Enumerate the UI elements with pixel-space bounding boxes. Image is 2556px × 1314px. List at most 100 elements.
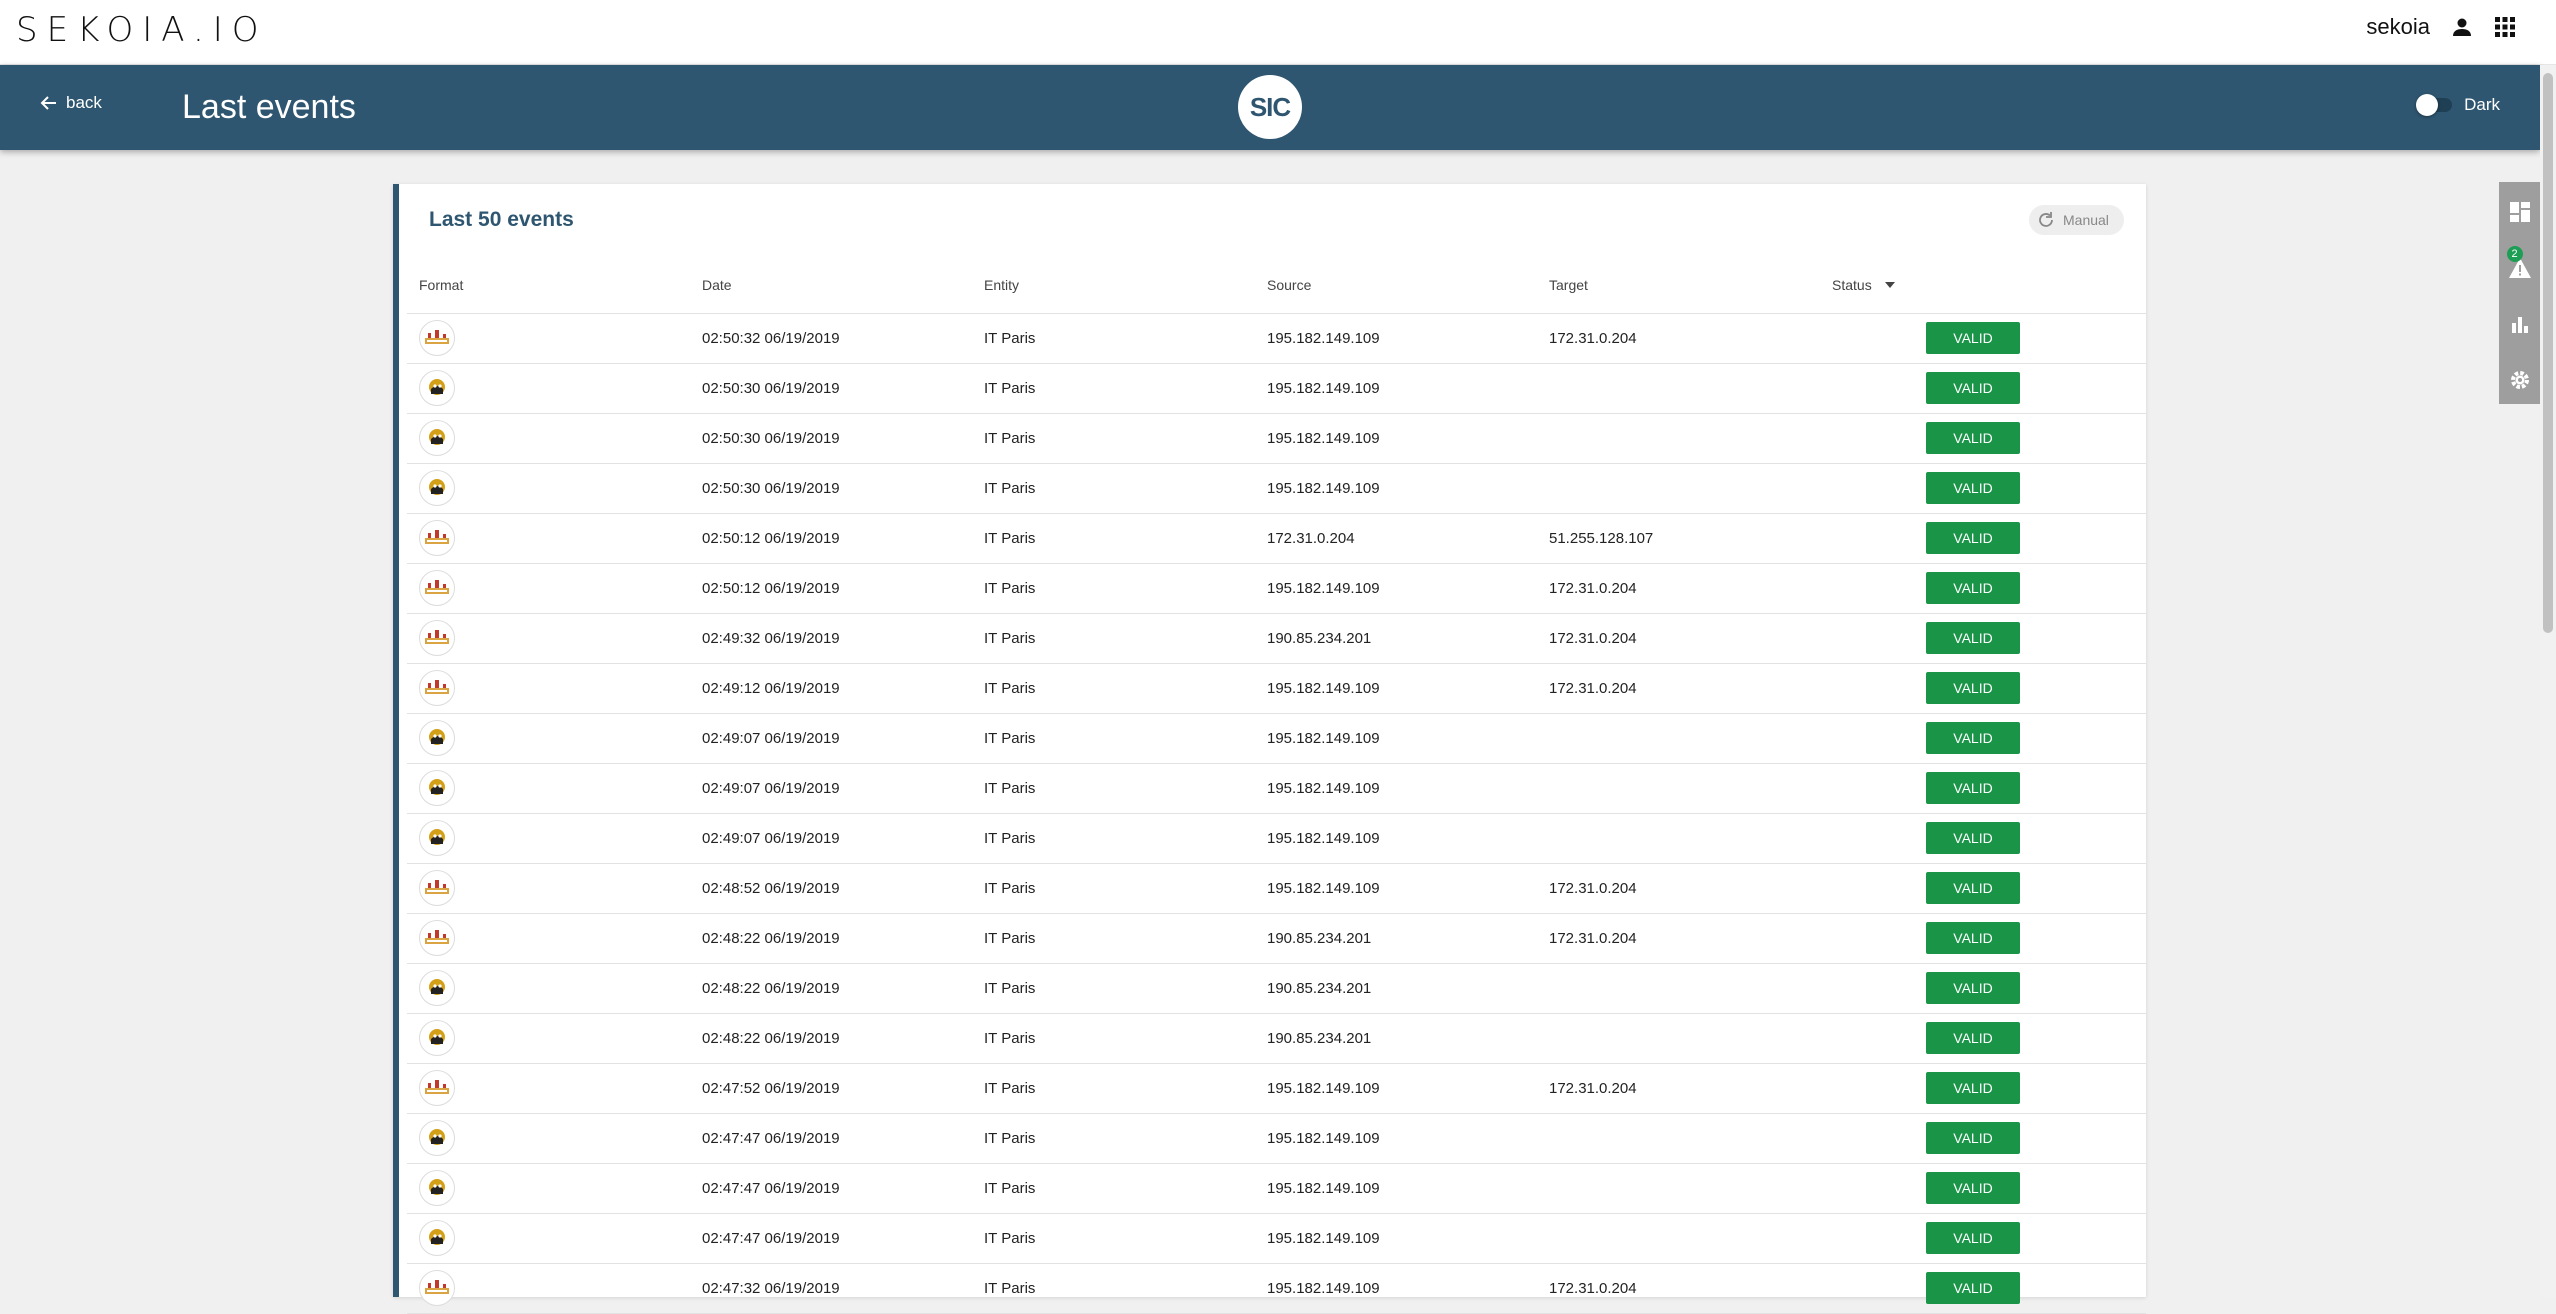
status-badge[interactable]: VALID	[1926, 1172, 2020, 1204]
column-entity[interactable]: Entity	[984, 257, 1267, 314]
target-cell: 172.31.0.204	[1549, 1263, 1832, 1314]
table-row[interactable]: 02:48:22 06/19/2019 IT Paris 190.85.234.…	[407, 1013, 2146, 1064]
card-title: Last 50 events	[429, 208, 574, 231]
caret-down-icon[interactable]	[1884, 281, 1896, 289]
table-row[interactable]: 02:47:32 06/19/2019 IT Paris 195.182.149…	[407, 1263, 2146, 1314]
status-badge[interactable]: VALID	[1926, 872, 2020, 904]
nginx-format-icon	[419, 870, 455, 906]
table-row[interactable]: 02:49:32 06/19/2019 IT Paris 190.85.234.…	[407, 613, 2146, 664]
table-row[interactable]: 02:50:30 06/19/2019 IT Paris 195.182.149…	[407, 463, 2146, 514]
column-date[interactable]: Date	[702, 257, 984, 314]
status-badge[interactable]: VALID	[1926, 572, 2020, 604]
table-row[interactable]: 02:50:32 06/19/2019 IT Paris 195.182.149…	[407, 313, 2146, 364]
dark-theme-toggle[interactable]: Dark	[2416, 94, 2500, 116]
table-row[interactable]: 02:49:07 06/19/2019 IT Paris 195.182.149…	[407, 763, 2146, 814]
status-header-label: Status	[1832, 276, 1872, 293]
status-badge[interactable]: VALID	[1926, 722, 2020, 754]
alert-icon[interactable]: 2	[2505, 246, 2535, 286]
table-row[interactable]: 02:47:47 06/19/2019 IT Paris 195.182.149…	[407, 1213, 2146, 1264]
status-cell: VALID	[1832, 513, 2146, 564]
format-cell	[407, 563, 702, 614]
dashboard-icon[interactable]	[2505, 194, 2535, 230]
table-header-row: Format Date Entity Source Target Status	[407, 257, 2146, 314]
toggle-track[interactable]	[2416, 94, 2453, 116]
scroll-thumb[interactable]	[2543, 73, 2553, 633]
refresh-icon	[2037, 211, 2055, 229]
status-cell: VALID	[1832, 963, 2146, 1014]
column-format[interactable]: Format	[407, 257, 702, 314]
status-badge[interactable]: VALID	[1926, 772, 2020, 804]
nginx-format-icon	[419, 1270, 455, 1306]
nginx-format-icon	[419, 320, 455, 356]
status-badge[interactable]: VALID	[1926, 1022, 2020, 1054]
status-badge[interactable]: VALID	[1926, 822, 2020, 854]
status-badge[interactable]: VALID	[1926, 1272, 2020, 1304]
entity-cell: IT Paris	[984, 1263, 1267, 1314]
entity-cell: IT Paris	[984, 413, 1267, 464]
status-badge[interactable]: VALID	[1926, 372, 2020, 404]
status-badge[interactable]: VALID	[1926, 922, 2020, 954]
table-row[interactable]: 02:50:12 06/19/2019 IT Paris 172.31.0.20…	[407, 513, 2146, 564]
toggle-knob[interactable]	[2416, 94, 2439, 116]
nginx-format-icon	[419, 920, 455, 956]
back-button[interactable]: back	[40, 93, 102, 113]
status-cell: VALID	[1832, 663, 2146, 714]
table-row[interactable]: 02:48:22 06/19/2019 IT Paris 190.85.234.…	[407, 913, 2146, 964]
bot-format-icon	[419, 1120, 455, 1156]
table-row[interactable]: 02:47:47 06/19/2019 IT Paris 195.182.149…	[407, 1163, 2146, 1214]
table-row[interactable]: 02:49:07 06/19/2019 IT Paris 195.182.149…	[407, 713, 2146, 764]
table-row[interactable]: 02:47:52 06/19/2019 IT Paris 195.182.149…	[407, 1063, 2146, 1114]
username[interactable]: sekoia	[2366, 14, 2430, 40]
status-cell: VALID	[1832, 363, 2146, 414]
date-cell: 02:50:12 06/19/2019	[702, 563, 984, 614]
table-row[interactable]: 02:48:22 06/19/2019 IT Paris 190.85.234.…	[407, 963, 2146, 1014]
status-badge[interactable]: VALID	[1926, 322, 2020, 354]
status-badge[interactable]: VALID	[1926, 972, 2020, 1004]
source-cell: 195.182.149.109	[1267, 413, 1549, 464]
app-logo[interactable]: SEKOIA.IO	[16, 8, 268, 52]
table-row[interactable]: 02:47:47 06/19/2019 IT Paris 195.182.149…	[407, 1113, 2146, 1164]
status-cell: VALID	[1832, 813, 2146, 864]
column-status[interactable]: Status	[1832, 257, 2146, 314]
date-cell: 02:49:12 06/19/2019	[702, 663, 984, 714]
source-cell: 195.182.149.109	[1267, 563, 1549, 614]
status-badge[interactable]: VALID	[1926, 672, 2020, 704]
target-cell	[1549, 763, 1832, 814]
entity-cell: IT Paris	[984, 1163, 1267, 1214]
source-cell: 195.182.149.109	[1267, 713, 1549, 764]
table-body: 02:50:32 06/19/2019 IT Paris 195.182.149…	[407, 313, 2146, 1314]
table-row[interactable]: 02:49:07 06/19/2019 IT Paris 195.182.149…	[407, 813, 2146, 864]
status-badge[interactable]: VALID	[1926, 1222, 2020, 1254]
table-row[interactable]: 02:48:52 06/19/2019 IT Paris 195.182.149…	[407, 863, 2146, 914]
status-badge[interactable]: VALID	[1926, 422, 2020, 454]
apps-grid-icon[interactable]	[2494, 16, 2516, 38]
entity-cell: IT Paris	[984, 663, 1267, 714]
format-cell	[407, 363, 702, 414]
status-badge[interactable]: VALID	[1926, 1122, 2020, 1154]
status-badge[interactable]: VALID	[1926, 622, 2020, 654]
page-scrollbar[interactable]	[2540, 65, 2556, 1297]
status-badge[interactable]: VALID	[1926, 1072, 2020, 1104]
table-row[interactable]: 02:49:12 06/19/2019 IT Paris 195.182.149…	[407, 663, 2146, 714]
date-cell: 02:50:32 06/19/2019	[702, 313, 984, 364]
table-row[interactable]: 02:50:12 06/19/2019 IT Paris 195.182.149…	[407, 563, 2146, 614]
user-icon[interactable]	[2450, 15, 2474, 39]
format-cell	[407, 713, 702, 764]
table-row[interactable]: 02:50:30 06/19/2019 IT Paris 195.182.149…	[407, 363, 2146, 414]
date-cell: 02:47:47 06/19/2019	[702, 1213, 984, 1264]
entity-cell: IT Paris	[984, 813, 1267, 864]
status-cell: VALID	[1832, 463, 2146, 514]
column-source[interactable]: Source	[1267, 257, 1549, 314]
chart-icon[interactable]	[2505, 306, 2535, 342]
table-row[interactable]: 02:50:30 06/19/2019 IT Paris 195.182.149…	[407, 413, 2146, 464]
target-cell: 172.31.0.204	[1549, 863, 1832, 914]
bot-format-icon	[419, 370, 455, 406]
column-target[interactable]: Target	[1549, 257, 1832, 314]
entity-cell: IT Paris	[984, 713, 1267, 764]
status-cell: VALID	[1832, 763, 2146, 814]
settings-icon[interactable]	[2505, 362, 2535, 398]
status-badge[interactable]: VALID	[1926, 522, 2020, 554]
refresh-mode-button[interactable]: Manual	[2029, 205, 2124, 235]
date-cell: 02:47:47 06/19/2019	[702, 1163, 984, 1214]
status-badge[interactable]: VALID	[1926, 472, 2020, 504]
